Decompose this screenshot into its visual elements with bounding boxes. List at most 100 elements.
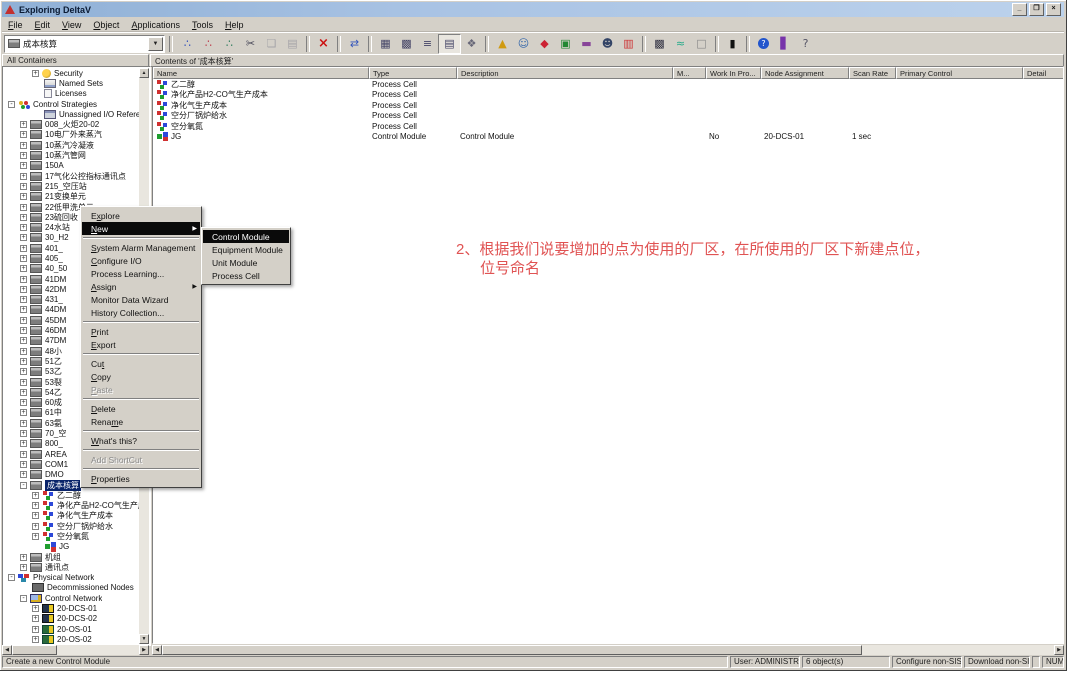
tree-item-control-strategies[interactable]: -Control Strategies (4, 99, 139, 109)
tree-item-control-network[interactable]: -Control Network (4, 593, 139, 603)
scroll-right-icon[interactable]: ▶ (1054, 645, 1064, 655)
help-icon[interactable]: ? (753, 35, 774, 53)
chart-red-icon[interactable]: ▥ (618, 35, 639, 53)
tree-expand-icon[interactable]: + (20, 245, 27, 252)
tree-expand-icon[interactable]: + (20, 317, 27, 324)
menubar-item-view[interactable]: View (56, 19, 87, 31)
tree-item-named-sets[interactable]: Named Sets (4, 78, 139, 88)
column-header-primary-control[interactable]: Primary Control (896, 67, 1023, 79)
tree-expand-icon[interactable]: + (20, 471, 27, 478)
tree-expand-icon[interactable]: + (32, 605, 39, 612)
tree-item-h2-co[interactable]: +净化产品H2-CO气生产成本 (4, 500, 139, 510)
delete-icon[interactable]: × (313, 35, 334, 53)
menu-item-what-s-this[interactable]: What's this? (82, 434, 200, 447)
tree-item-150a[interactable]: +150A (4, 161, 139, 171)
column-header-description[interactable]: Description (457, 67, 673, 79)
tree-expand-icon[interactable]: + (20, 204, 27, 211)
tree-expand-icon[interactable]: + (20, 420, 27, 427)
tree-item-item-44[interactable]: +空分厂锅炉给水 (4, 521, 139, 531)
tree-item-10[interactable]: +10电厂外来蒸汽 (4, 130, 139, 140)
alarm-bell-icon[interactable]: ▲ (492, 35, 513, 53)
menu-item-equipment-module[interactable]: Equipment Module (203, 243, 289, 256)
picture-icon[interactable]: ▣ (555, 35, 576, 53)
tree-expand-icon[interactable]: + (32, 512, 39, 519)
context-help-icon[interactable]: ? (795, 35, 816, 53)
scroll-right-icon[interactable]: ▶ (139, 645, 149, 655)
tree-expand-icon[interactable]: + (20, 255, 27, 262)
tree-collapse-icon[interactable]: - (8, 574, 15, 581)
column-header-type[interactable]: Type (369, 67, 457, 79)
menu-item-delete[interactable]: Delete (82, 402, 200, 415)
browse-icon[interactable]: ❖ (461, 35, 482, 53)
tree-expand-icon[interactable]: + (32, 636, 39, 643)
tree-expand-icon[interactable]: + (20, 358, 27, 365)
menubar-item-object[interactable]: Object (87, 19, 125, 31)
tree-expand-icon[interactable]: + (32, 626, 39, 633)
tree-item-20-os-01[interactable]: +20-OS-01 (4, 624, 139, 634)
table-row-item-0[interactable]: 乙二醇Process Cell (153, 79, 1063, 90)
tree-horizontal-scrollbar[interactable]: ◀ ▶ (2, 645, 149, 655)
tree-collapse-icon[interactable]: - (20, 482, 27, 489)
explore-hierarchy-green-icon[interactable]: ∴ (219, 35, 240, 53)
tree-item-licenses[interactable]: Licenses (4, 89, 139, 99)
tree-expand-icon[interactable]: + (20, 152, 27, 159)
tree-item-physical-network[interactable]: -Physical Network (4, 573, 139, 583)
menu-item-new[interactable]: New▶ (82, 222, 200, 235)
tree-item-20-dcs-02[interactable]: +20-DCS-02 (4, 614, 139, 624)
details-view-icon[interactable]: ▤ (438, 34, 461, 54)
tree-expand-icon[interactable]: + (20, 131, 27, 138)
large-icons-view-icon[interactable]: ▦ (375, 35, 396, 53)
tree-expand-icon[interactable]: + (20, 461, 27, 468)
tree-item-unassigned-i-o-references[interactable]: Unassigned I/O References (4, 109, 139, 119)
container-combo[interactable]: 成本核算 ▼ (4, 35, 165, 53)
tree-item-20-dcs-01[interactable]: +20-DCS-01 (4, 603, 139, 613)
menu-item-print[interactable]: Print (82, 325, 200, 338)
column-header-m[interactable]: M... (673, 67, 706, 79)
tree-item-item-47[interactable]: +机组 (4, 552, 139, 562)
small-icons-view-icon[interactable]: ▩ (396, 35, 417, 53)
tree-item-item-43[interactable]: +净化气生产成本 (4, 511, 139, 521)
explore-hierarchy-alt-icon[interactable]: ∴ (198, 35, 219, 53)
tree-expand-icon[interactable]: + (20, 368, 27, 375)
tree-expand-icon[interactable]: + (32, 502, 39, 509)
tree-expand-icon[interactable]: + (32, 70, 39, 77)
tree-item-008-20-02[interactable]: +008_火炬20-02 (4, 119, 139, 129)
paste-icon[interactable]: ▤ (282, 35, 303, 53)
menu-item-history-collection[interactable]: History Collection... (82, 306, 200, 319)
tree-expand-icon[interactable]: + (20, 162, 27, 169)
tree-expand-icon[interactable]: + (32, 533, 39, 540)
explore-hierarchy-icon[interactable]: ∴ (177, 35, 198, 53)
menubar-item-tools[interactable]: Tools (186, 19, 219, 31)
menu-item-export[interactable]: Export (82, 338, 200, 351)
menu-item-assign[interactable]: Assign▶ (82, 280, 200, 293)
tree-collapse-icon[interactable]: - (20, 595, 27, 602)
scroll-down-icon[interactable]: ▼ (139, 634, 149, 644)
tree-item-10[interactable]: +10蒸汽管网 (4, 150, 139, 160)
tree-expand-icon[interactable]: + (20, 409, 27, 416)
tree-expand-icon[interactable]: + (20, 183, 27, 190)
table-row-item-2[interactable]: 净化气生产成本Process Cell (153, 100, 1063, 111)
tree-item-item-41[interactable]: +乙二醇 (4, 490, 139, 500)
tree-expand-icon[interactable]: + (20, 554, 27, 561)
menu-item-monitor-data-wizard[interactable]: Monitor Data Wizard (82, 293, 200, 306)
list-view-icon[interactable]: ≡ (417, 35, 438, 53)
tree-hscroll-thumb[interactable] (12, 645, 57, 655)
tree-expand-icon[interactable]: + (20, 121, 27, 128)
tree-expand-icon[interactable]: + (20, 337, 27, 344)
menu-item-process-cell[interactable]: Process Cell (203, 269, 289, 282)
menubar-item-file[interactable]: File (2, 19, 29, 31)
tree-item-17[interactable]: +17气化公控指标通讯点 (4, 171, 139, 181)
menubar-item-edit[interactable]: Edit (29, 19, 57, 31)
column-header-node-assignment[interactable]: Node Assignment (761, 67, 849, 79)
close-button[interactable]: × (1046, 3, 1061, 16)
column-header-detail[interactable]: Detail (1023, 67, 1064, 79)
column-header-scan-rate[interactable]: Scan Rate (849, 67, 896, 79)
combo-dropdown-icon[interactable]: ▼ (148, 37, 163, 51)
tree-expand-icon[interactable]: + (20, 234, 27, 241)
tree-item-215[interactable]: +215_空压站 (4, 181, 139, 191)
tree-item-jg[interactable]: JG (4, 542, 139, 552)
column-header-work-in-pro[interactable]: Work In Pro... (706, 67, 761, 79)
table-row-jg[interactable]: JGControl ModuleControl ModuleNo20-DCS-0… (153, 132, 1063, 143)
title-bar[interactable]: Exploring DeltaV _ ❐ × (2, 2, 1064, 17)
tree-expand-icon[interactable]: + (20, 451, 27, 458)
